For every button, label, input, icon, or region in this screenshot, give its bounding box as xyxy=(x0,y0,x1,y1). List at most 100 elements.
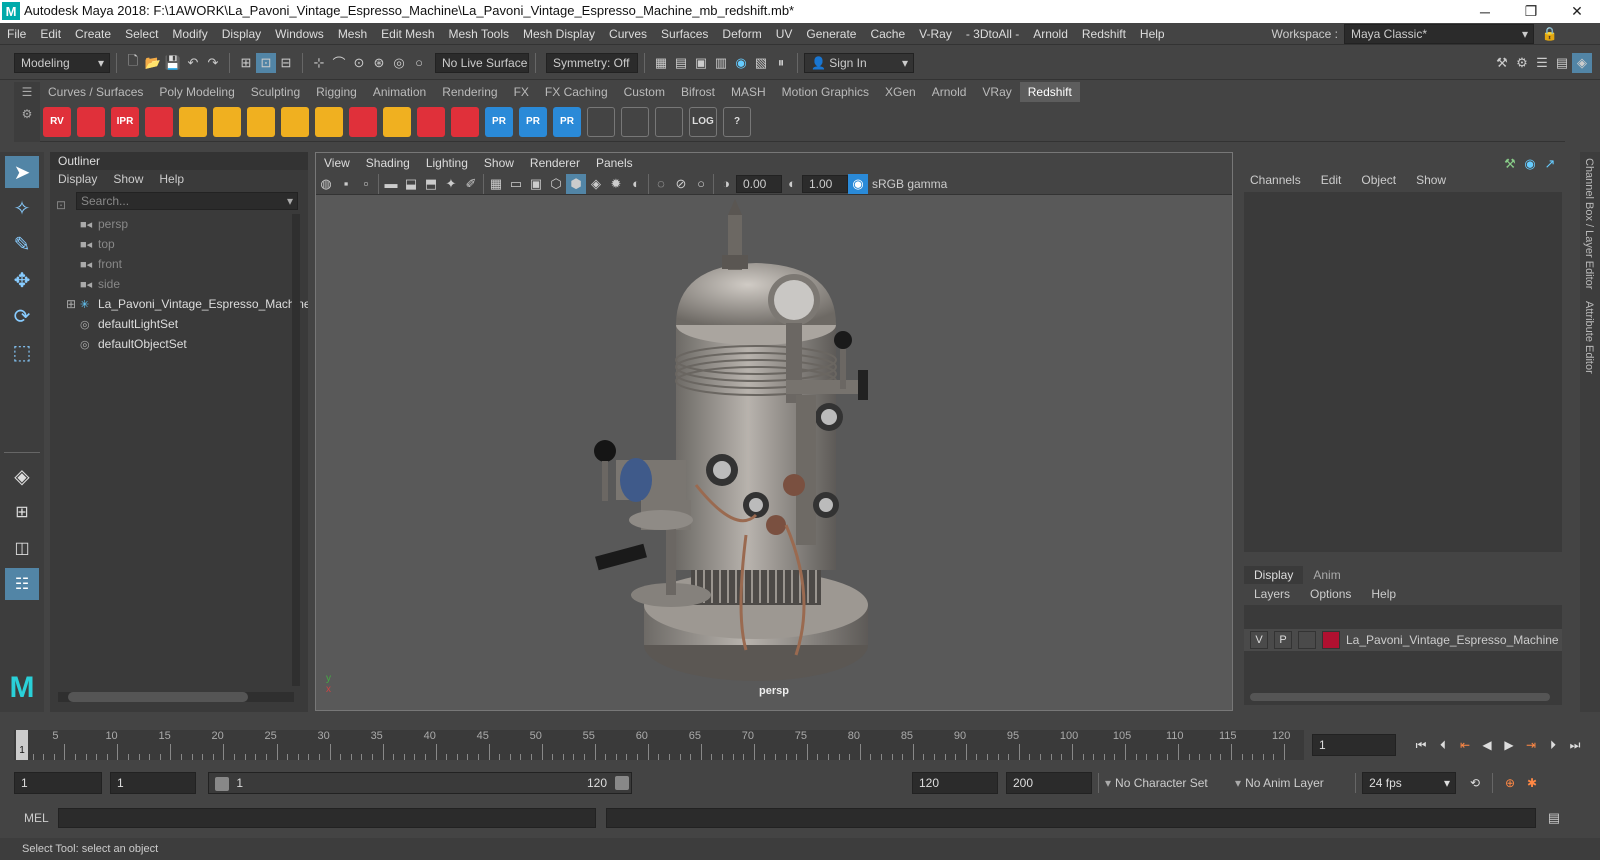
outliner-menu-show[interactable]: Show xyxy=(105,170,151,188)
animation-end-field[interactable]: 200 xyxy=(1006,772,1092,794)
shelf-tab-redshift[interactable]: Redshift xyxy=(1019,82,1080,102)
shelf-tool-16-icon[interactable]: PR xyxy=(553,106,581,137)
playback-start-field[interactable]: 1 xyxy=(110,772,196,794)
shelf-tab-vray[interactable]: VRay xyxy=(974,82,1019,102)
shelf-menu-icon[interactable]: ☰ xyxy=(14,82,40,102)
channel-menu-channels[interactable]: Channels xyxy=(1240,170,1311,190)
lasso-tool-icon[interactable]: ✧ xyxy=(5,192,39,224)
menu-v-ray[interactable]: V-Ray xyxy=(912,23,959,45)
shelf-tool-20-icon[interactable]: LOG xyxy=(689,106,717,137)
filter-icon[interactable]: ⊡ xyxy=(56,198,66,212)
shelf-tool-19-icon[interactable] xyxy=(655,106,683,137)
outliner-layout-icon[interactable]: ☷ xyxy=(5,568,39,600)
snap-point-icon[interactable]: ⊙ xyxy=(349,53,369,73)
loop-icon[interactable]: ⟲ xyxy=(1464,773,1486,793)
viewport-menu-show[interactable]: Show xyxy=(476,153,522,173)
shelf-tool-5-icon[interactable] xyxy=(179,106,207,137)
shelf-tool-13-icon[interactable] xyxy=(451,106,479,137)
save-scene-icon[interactable]: 💾 xyxy=(163,53,183,73)
menu-uv[interactable]: UV xyxy=(769,23,800,45)
resolution-gate-icon[interactable]: ⬒ xyxy=(421,174,441,194)
layer-tab-display[interactable]: Display xyxy=(1244,566,1304,584)
camera-select-icon[interactable]: ◍ xyxy=(316,174,336,194)
shelf-tab-rendering[interactable]: Rendering xyxy=(434,82,505,102)
outliner-menu-help[interactable]: Help xyxy=(151,170,192,188)
modeling-toolkit-icon[interactable]: ⚒ xyxy=(1492,53,1512,73)
bookmark-icon[interactable]: ▫ xyxy=(356,174,376,194)
menu-modify[interactable]: Modify xyxy=(165,23,214,45)
snap-curve-icon[interactable]: ⌒ xyxy=(329,53,349,73)
channel-box-icon[interactable]: ▤ xyxy=(1552,53,1572,73)
shelf-tool-4-icon[interactable] xyxy=(145,106,173,137)
current-frame-field[interactable]: 1 xyxy=(1312,734,1396,756)
channel-menu-edit[interactable]: Edit xyxy=(1311,170,1352,190)
menu-generate[interactable]: Generate xyxy=(799,23,863,45)
side-tab-attribute-editor[interactable]: Attribute Editor xyxy=(1580,295,1598,380)
side-tab-channel-box-layer-editor[interactable]: Channel Box / Layer Editor xyxy=(1580,152,1598,295)
xray-icon[interactable]: ◌ xyxy=(651,174,671,194)
menu-mesh-display[interactable]: Mesh Display xyxy=(516,23,602,45)
mel-label[interactable]: MEL xyxy=(0,811,58,825)
layer-visibility-toggle[interactable]: V xyxy=(1250,631,1268,649)
new-scene-icon[interactable]: 🗋 xyxy=(123,53,143,73)
four-view-icon[interactable]: ⊞ xyxy=(5,496,39,528)
command-input[interactable] xyxy=(58,808,596,828)
menu-deform[interactable]: Deform xyxy=(715,23,768,45)
shelf-tab-bifrost[interactable]: Bifrost xyxy=(673,82,723,102)
outliner-item[interactable]: ■◂ front xyxy=(50,254,308,274)
expand-icon[interactable]: ⊞ xyxy=(66,294,76,314)
menu-mesh-tools[interactable]: Mesh Tools xyxy=(442,23,516,45)
shelf-tab-curves-surfaces[interactable]: Curves / Surfaces xyxy=(40,82,151,102)
shelf-tool-21-icon[interactable]: ? xyxy=(723,106,751,137)
playback-end-field[interactable]: 120 xyxy=(912,772,998,794)
animation-start-field[interactable]: 1 xyxy=(14,772,102,794)
exposure-field[interactable]: 0.00 xyxy=(736,174,782,193)
snap-surface-icon[interactable]: ◎ xyxy=(389,53,409,73)
menu-3dtoall[interactable]: - 3DtoAll - xyxy=(959,23,1026,45)
shelf-tool-7-icon[interactable] xyxy=(247,106,275,137)
shadows-icon[interactable]: ◐ xyxy=(626,174,646,194)
layer-color-swatch[interactable] xyxy=(1322,631,1340,649)
color-management-icon[interactable]: ◉ xyxy=(848,173,868,194)
scale-tool-icon[interactable]: ⬚ xyxy=(5,336,39,368)
select-tool-icon[interactable]: ➤ xyxy=(5,156,39,188)
script-editor-icon[interactable]: ▤ xyxy=(1544,808,1564,828)
shelf-tool-9-icon[interactable] xyxy=(315,106,343,137)
snap-ring-icon[interactable]: ○ xyxy=(409,53,429,73)
menu-cache[interactable]: Cache xyxy=(863,23,912,45)
layer-row[interactable]: V P La_Pavoni_Vintage_Espresso_Machine xyxy=(1244,629,1562,651)
play-backward-icon[interactable]: ◀ xyxy=(1476,735,1498,755)
shelf-tool-6-icon[interactable] xyxy=(213,106,241,137)
shelf-tab-sculpting[interactable]: Sculpting xyxy=(243,82,308,102)
shelf-tool-1-icon[interactable]: RV xyxy=(43,106,71,137)
step-back-icon[interactable]: ⏴ xyxy=(1432,735,1454,755)
outliner-item[interactable]: ⊞ ✳ La_Pavoni_Vintage_Espresso_Machine xyxy=(50,294,308,314)
undo-icon[interactable]: ↶ xyxy=(183,53,203,73)
layer-tab-anim[interactable]: Anim xyxy=(1303,566,1350,584)
render-view-icon[interactable]: ▥ xyxy=(711,53,731,73)
colorspace-label[interactable]: sRGB gamma xyxy=(872,177,947,191)
shelf-tool-14-icon[interactable]: PR xyxy=(485,106,513,137)
redo-icon[interactable]: ↷ xyxy=(203,53,223,73)
shelf-tab-arnold[interactable]: Arnold xyxy=(924,82,975,102)
grease-pencil-icon[interactable]: ✐ xyxy=(461,174,481,194)
exposure-icon[interactable]: ◑ xyxy=(716,174,736,194)
shelf-tab-fx[interactable]: FX xyxy=(506,82,537,102)
shelf-tool-2-icon[interactable] xyxy=(77,106,105,137)
shelf-tab-animation[interactable]: Animation xyxy=(365,82,434,102)
minimize-icon[interactable]: ─ xyxy=(1462,0,1508,23)
shelf-tool-10-icon[interactable] xyxy=(349,106,377,137)
current-frame-marker[interactable]: 1 xyxy=(16,730,28,760)
layer-menu-layers[interactable]: Layers xyxy=(1244,585,1300,603)
select-object-icon[interactable]: ⊡ xyxy=(256,52,276,73)
shelf-gear-icon[interactable]: ⚙ xyxy=(14,102,40,126)
shelf-tool-18-icon[interactable] xyxy=(621,106,649,137)
outliner-vscrollbar[interactable] xyxy=(292,214,300,686)
select-hierarchy-icon[interactable]: ⊞ xyxy=(236,53,256,73)
menu-edit[interactable]: Edit xyxy=(33,23,68,45)
viewport-canvas[interactable]: yx persp xyxy=(316,195,1232,710)
film-gate-icon[interactable]: ⬓ xyxy=(401,174,421,194)
smooth-shade-icon[interactable]: ⬢ xyxy=(566,173,586,194)
render-frame-icon[interactable]: ▤ xyxy=(671,53,691,73)
snap-grid-icon[interactable]: ⊹ xyxy=(309,53,329,73)
